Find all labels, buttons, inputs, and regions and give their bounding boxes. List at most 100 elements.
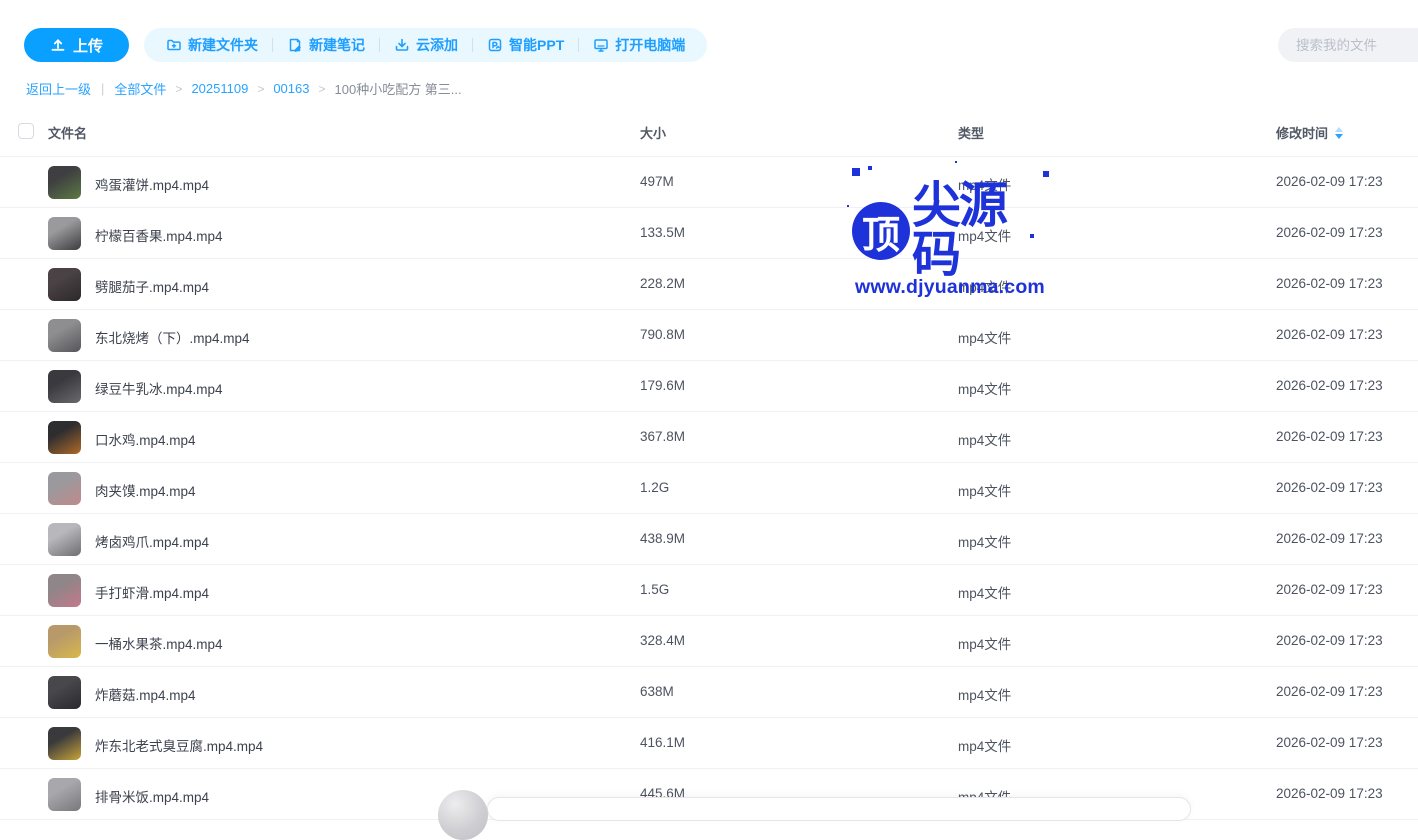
- file-modified: 2026-02-09 17:23: [1276, 480, 1383, 495]
- column-header-name[interactable]: 文件名: [48, 123, 87, 142]
- file-name[interactable]: 鸡蛋灌饼.mp4.mp4: [95, 174, 209, 194]
- upload-button[interactable]: 上传: [24, 28, 130, 62]
- file-size: 790.8M: [640, 327, 686, 342]
- search-input[interactable]: [1278, 28, 1418, 62]
- open-desktop-button[interactable]: 打开电脑端: [593, 35, 685, 55]
- column-header-modified-label: 修改时间: [1276, 126, 1329, 141]
- file-size: 497M: [640, 174, 674, 189]
- smart-ppt-label: 智能PPT: [509, 37, 565, 53]
- file-modified: 2026-02-09 17:23: [1276, 174, 1383, 189]
- file-modified: 2026-02-09 17:23: [1276, 378, 1383, 393]
- file-name[interactable]: 东北烧烤（下）.mp4.mp4: [95, 327, 250, 347]
- smart-ppt-button[interactable]: 智能PPT: [487, 35, 564, 55]
- file-name[interactable]: 肉夹馍.mp4.mp4: [95, 480, 196, 500]
- file-name[interactable]: 炸蘑菇.mp4.mp4: [95, 684, 196, 704]
- select-all-checkbox[interactable]: [18, 123, 34, 139]
- file-name[interactable]: 绿豆牛乳冰.mp4.mp4: [95, 378, 223, 398]
- toolbar-separator: [578, 38, 580, 52]
- file-type: mp4文件: [958, 637, 1012, 652]
- file-row[interactable]: 手打虾滑.mp4.mp4 1.5G mp4文件 2026-02-09 17:23: [0, 565, 1418, 616]
- new-note-label: 新建笔记: [309, 37, 366, 53]
- note-plus-icon: [287, 37, 303, 53]
- file-name[interactable]: 一桶水果茶.mp4.mp4: [95, 633, 223, 653]
- file-row[interactable]: 劈腿茄子.mp4.mp4 228.2M mp4文件 2026-02-09 17:…: [0, 259, 1418, 310]
- file-thumbnail: [48, 217, 81, 250]
- toolbar-separator: [272, 38, 274, 52]
- column-header-size[interactable]: 大小: [640, 123, 666, 142]
- file-modified: 2026-02-09 17:23: [1276, 633, 1383, 648]
- floating-bottom-bar[interactable]: [487, 797, 1191, 821]
- breadcrumb-back-link[interactable]: 返回上一级: [26, 79, 91, 98]
- file-thumbnail: [48, 370, 81, 403]
- file-thumbnail: [48, 319, 81, 352]
- breadcrumb-item-00163[interactable]: 00163: [273, 81, 309, 96]
- new-folder-button[interactable]: 新建文件夹: [166, 35, 258, 55]
- file-thumbnail: [48, 523, 81, 556]
- file-modified: 2026-02-09 17:23: [1276, 735, 1383, 750]
- file-row[interactable]: 绿豆牛乳冰.mp4.mp4 179.6M mp4文件 2026-02-09 17…: [0, 361, 1418, 412]
- floating-assistant-ball[interactable]: [438, 790, 488, 840]
- file-size: 416.1M: [640, 735, 686, 750]
- file-size: 1.5G: [640, 582, 670, 597]
- file-modified: 2026-02-09 17:23: [1276, 225, 1383, 240]
- file-size: 367.8M: [640, 429, 686, 444]
- file-size: 328.4M: [640, 633, 686, 648]
- file-name[interactable]: 手打虾滑.mp4.mp4: [95, 582, 209, 602]
- ppt-icon: [487, 37, 503, 53]
- folder-plus-icon: [166, 37, 182, 53]
- file-type: mp4文件: [958, 280, 1012, 295]
- toolbar-separator: [472, 38, 474, 52]
- table-header: 文件名 大小 类型 修改时间: [0, 120, 1418, 146]
- open-desktop-label: 打开电脑端: [615, 37, 686, 53]
- file-name[interactable]: 排骨米饭.mp4.mp4: [95, 786, 209, 806]
- sort-toggle[interactable]: [1335, 126, 1344, 139]
- file-row[interactable]: 一桶水果茶.mp4.mp4 328.4M mp4文件 2026-02-09 17…: [0, 616, 1418, 667]
- file-name[interactable]: 炸东北老式臭豆腐.mp4.mp4: [95, 735, 263, 755]
- breadcrumb-chevron: >: [175, 81, 183, 96]
- monitor-icon: [593, 37, 609, 53]
- file-name[interactable]: 劈腿茄子.mp4.mp4: [95, 276, 209, 296]
- file-row[interactable]: 口水鸡.mp4.mp4 367.8M mp4文件 2026-02-09 17:2…: [0, 412, 1418, 463]
- breadcrumb-chevron: >: [257, 81, 265, 96]
- file-type: mp4文件: [958, 178, 1012, 193]
- file-row[interactable]: 炸东北老式臭豆腐.mp4.mp4 416.1M mp4文件 2026-02-09…: [0, 718, 1418, 769]
- file-thumbnail: [48, 625, 81, 658]
- toolbar-action-group: 新建文件夹 新建笔记 云添加 智能PPT 打开电脑端: [144, 28, 708, 62]
- file-name[interactable]: 口水鸡.mp4.mp4: [95, 429, 196, 449]
- file-row[interactable]: 东北烧烤（下）.mp4.mp4 790.8M mp4文件 2026-02-09 …: [0, 310, 1418, 361]
- toolbar: 上传 新建文件夹 新建笔记 云添加 智能PPT 打开电脑端: [24, 28, 708, 62]
- file-thumbnail: [48, 166, 81, 199]
- file-modified: 2026-02-09 17:23: [1276, 786, 1383, 801]
- column-header-modified[interactable]: 修改时间: [1276, 123, 1344, 142]
- file-row[interactable]: 肉夹馍.mp4.mp4 1.2G mp4文件 2026-02-09 17:23: [0, 463, 1418, 514]
- file-row[interactable]: 鸡蛋灌饼.mp4.mp4 497M mp4文件 2026-02-09 17:23: [0, 157, 1418, 208]
- file-type: mp4文件: [958, 739, 1012, 754]
- column-header-type[interactable]: 类型: [958, 123, 984, 142]
- file-row[interactable]: 炸蘑菇.mp4.mp4 638M mp4文件 2026-02-09 17:23: [0, 667, 1418, 718]
- cloud-download-icon: [394, 37, 410, 53]
- file-row[interactable]: 烤卤鸡爪.mp4.mp4 438.9M mp4文件 2026-02-09 17:…: [0, 514, 1418, 565]
- file-name[interactable]: 烤卤鸡爪.mp4.mp4: [95, 531, 209, 551]
- file-size: 1.2G: [640, 480, 670, 495]
- file-thumbnail: [48, 421, 81, 454]
- sort-desc-icon: [1335, 133, 1344, 139]
- file-modified: 2026-02-09 17:23: [1276, 429, 1383, 444]
- new-note-button[interactable]: 新建笔记: [287, 35, 365, 55]
- file-type: mp4文件: [958, 535, 1012, 550]
- file-type: mp4文件: [958, 484, 1012, 499]
- file-modified: 2026-02-09 17:23: [1276, 582, 1383, 597]
- file-name[interactable]: 柠檬百香果.mp4.mp4: [95, 225, 223, 245]
- cloud-add-button[interactable]: 云添加: [394, 35, 458, 55]
- breadcrumb-item-all-files[interactable]: 全部文件: [114, 79, 166, 98]
- file-type: mp4文件: [958, 331, 1012, 346]
- file-modified: 2026-02-09 17:23: [1276, 276, 1383, 291]
- sort-asc-icon: [1335, 126, 1344, 132]
- file-type: mp4文件: [958, 586, 1012, 601]
- breadcrumb-item-20251109[interactable]: 20251109: [191, 81, 248, 96]
- new-folder-label: 新建文件夹: [188, 37, 259, 53]
- file-thumbnail: [48, 268, 81, 301]
- file-type: mp4文件: [958, 688, 1012, 703]
- cloud-add-label: 云添加: [416, 37, 459, 53]
- file-type: mp4文件: [958, 433, 1012, 448]
- file-row[interactable]: 柠檬百香果.mp4.mp4 133.5M mp4文件 2026-02-09 17…: [0, 208, 1418, 259]
